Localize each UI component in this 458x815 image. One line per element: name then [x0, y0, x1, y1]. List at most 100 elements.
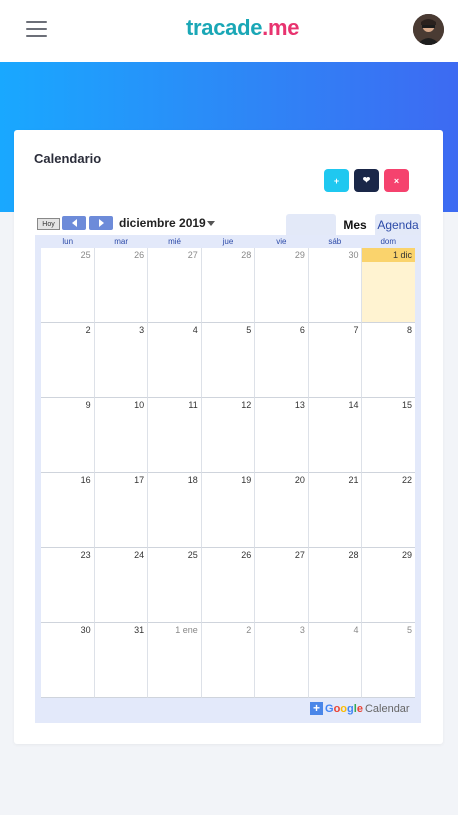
day-number: 25 [187, 550, 198, 560]
day-cell[interactable]: 20 [255, 473, 309, 548]
day-number: 12 [241, 400, 252, 410]
calendar-frame: lun mar mié jue vie sáb dom 25 26 27 28 … [35, 235, 421, 723]
prev-month-button[interactable] [62, 216, 86, 230]
day-number: 19 [241, 475, 252, 485]
day-cell[interactable]: 27 [255, 548, 309, 623]
day-cell[interactable]: 10 [94, 398, 149, 473]
day-number: 8 [407, 325, 413, 335]
day-cell[interactable]: 2 [41, 323, 95, 398]
caret-down-icon[interactable] [207, 221, 215, 226]
user-avatar[interactable] [413, 14, 444, 45]
day-cell[interactable]: 23 [41, 548, 95, 623]
day-cell[interactable]: 6 [255, 323, 309, 398]
day-number: 23 [80, 550, 91, 560]
day-number: 31 [134, 625, 145, 635]
day-number: 28 [348, 550, 359, 560]
day-cell[interactable]: 26 [94, 248, 149, 323]
weekday-label: sáb [328, 237, 342, 246]
day-number: 3 [139, 325, 145, 335]
google-logo: Google [325, 703, 363, 715]
day-cell-today[interactable]: 1 dic [362, 248, 416, 323]
day-cell[interactable]: 25 [148, 548, 202, 623]
day-number: 1 ene [175, 625, 198, 635]
day-number: 17 [134, 475, 145, 485]
day-cell[interactable]: 3 [255, 623, 309, 698]
day-number: 26 [241, 550, 252, 560]
day-cell[interactable]: 13 [255, 398, 309, 473]
chevron-left-icon [71, 219, 77, 227]
day-cell[interactable]: 4 [308, 623, 363, 698]
day-number: 30 [348, 250, 359, 260]
day-number: 13 [294, 400, 305, 410]
tab-month[interactable]: Mes [340, 214, 370, 236]
day-cell[interactable]: 16 [41, 473, 95, 548]
day-number: 5 [246, 325, 252, 335]
add-button[interactable]: + [324, 169, 349, 192]
day-number: 16 [80, 475, 91, 485]
day-cell[interactable]: 30 [308, 248, 363, 323]
hamburger-menu-icon[interactable] [26, 21, 47, 39]
day-number: 7 [353, 325, 359, 335]
day-cell[interactable]: 1 ene [148, 623, 202, 698]
day-cell[interactable]: 29 [362, 548, 416, 623]
day-cell[interactable]: 18 [148, 473, 202, 548]
day-cell[interactable]: 19 [201, 473, 256, 548]
day-number: 24 [134, 550, 145, 560]
day-number: 1 dic [362, 248, 416, 262]
day-cell[interactable]: 21 [308, 473, 363, 548]
weekday-label: lun [62, 237, 74, 246]
today-button[interactable]: Hoy [37, 218, 60, 230]
card-actions: + ❤ × [324, 169, 409, 192]
day-cell[interactable]: 11 [148, 398, 202, 473]
day-cell[interactable]: 31 [94, 623, 149, 698]
day-cell[interactable]: 27 [148, 248, 202, 323]
day-number: 11 [188, 400, 198, 410]
day-cell[interactable]: 28 [308, 548, 363, 623]
day-cell[interactable]: 8 [362, 323, 416, 398]
tab-agenda[interactable]: Agenda [375, 214, 421, 236]
week-row: 9 10 11 12 13 14 15 [41, 398, 416, 473]
day-number: 28 [241, 250, 252, 260]
day-cell[interactable]: 5 [201, 323, 256, 398]
app-logo[interactable]: tracade.me [186, 15, 299, 41]
day-cell[interactable]: 4 [148, 323, 202, 398]
next-month-button[interactable] [89, 216, 113, 230]
day-cell[interactable]: 30 [41, 623, 95, 698]
day-cell[interactable]: 28 [201, 248, 256, 323]
day-cell[interactable]: 5 [362, 623, 416, 698]
week-row: 16 17 18 19 20 21 22 [41, 473, 416, 548]
day-cell[interactable]: 17 [94, 473, 149, 548]
week-row: 30 31 1 ene 2 3 4 5 [41, 623, 416, 698]
day-number: 26 [134, 250, 145, 260]
day-cell[interactable]: 29 [255, 248, 309, 323]
logo-text-domain: .me [262, 15, 300, 40]
day-cell[interactable]: 12 [201, 398, 256, 473]
day-number: 9 [85, 400, 91, 410]
weekday-label: dom [380, 237, 397, 246]
day-cell[interactable]: 15 [362, 398, 416, 473]
embedded-google-calendar: Hoy diciembre 2019 Semana Mes Agenda lun… [35, 213, 421, 723]
favorite-button[interactable]: ❤ [354, 169, 379, 192]
google-logo-letter: g [347, 702, 354, 715]
weekday-label: mar [114, 237, 129, 246]
day-number: 10 [134, 400, 145, 410]
day-number: 14 [348, 400, 359, 410]
day-cell[interactable]: 9 [41, 398, 95, 473]
day-number: 5 [407, 625, 413, 635]
day-cell[interactable]: 7 [308, 323, 363, 398]
weekday-label: mié [168, 237, 181, 246]
close-button[interactable]: × [384, 169, 409, 192]
day-cell[interactable]: 24 [94, 548, 149, 623]
day-number: 20 [294, 475, 305, 485]
day-cell[interactable]: 26 [201, 548, 256, 623]
month-title[interactable]: diciembre 2019 [119, 216, 206, 230]
day-cell[interactable]: 3 [94, 323, 149, 398]
day-cell[interactable]: 2 [201, 623, 256, 698]
day-number: 30 [80, 625, 91, 635]
day-cell[interactable]: 14 [308, 398, 363, 473]
x-icon: × [393, 175, 400, 186]
day-cell[interactable]: 22 [362, 473, 416, 548]
google-calendar-link[interactable]: + Google Calendar [310, 702, 410, 715]
month-grid: 25 26 27 28 29 30 1 dic 2 3 4 5 6 7 8 9 … [41, 248, 416, 698]
day-cell[interactable]: 25 [41, 248, 95, 323]
